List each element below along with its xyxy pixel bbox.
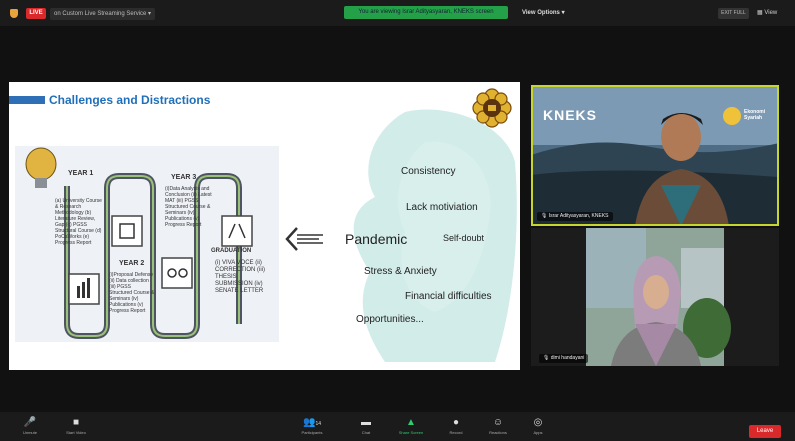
apps-icon: ◎: [533, 417, 543, 428]
start-video-button[interactable]: ■ Start Video: [56, 416, 96, 436]
participants-icon: 👥14: [302, 417, 321, 428]
participant-name: dimi handayani: [550, 355, 585, 361]
shared-slide: Challenges and Distractions YEAR 1 (a) U…: [9, 82, 520, 370]
security-shield-icon[interactable]: [10, 9, 18, 18]
word-financial-difficulties: Financial difficulties: [405, 291, 492, 302]
reactions-icon: ☺: [492, 417, 504, 428]
stream-service-label[interactable]: on Custom Live Streaming Service ▾: [50, 8, 156, 20]
phd-roadmap-diagram: YEAR 1 (a) University Course & Research …: [15, 146, 279, 342]
view-label: View: [764, 10, 778, 16]
leave-button[interactable]: Leave: [749, 425, 781, 438]
unmute-label: Unmute: [22, 430, 37, 435]
year1-heading: YEAR 1: [68, 170, 94, 177]
apps-button[interactable]: ◎ Apps: [518, 416, 558, 436]
record-icon: ●: [452, 417, 460, 428]
participants-button[interactable]: 👥14 Participants: [292, 416, 332, 436]
word-stress-anxiety: Stress & Anxiety: [364, 266, 437, 277]
start-video-label: Start Video: [66, 430, 86, 435]
kneks-logo-text: KNEKS: [543, 107, 598, 123]
microphone-icon: 🎙: [541, 213, 548, 219]
meeting-toolbar: 🎤 Unmute ■ Start Video 👥14 Participants …: [0, 412, 795, 441]
unmute-button[interactable]: 🎤 Unmute: [10, 416, 50, 436]
share-screen-label: Share Screen: [398, 430, 424, 435]
participant-video[interactable]: 🎙 dimi handayani: [531, 228, 779, 366]
word-lack-motivation: Lack motiviation: [406, 202, 478, 213]
chat-icon: ▬: [361, 417, 371, 428]
view-options-label: View Options: [522, 10, 560, 16]
chat-button[interactable]: ▬ Chat: [346, 416, 386, 436]
participants-count: 14: [315, 421, 321, 427]
title-accent-bar: [9, 96, 45, 104]
year3-items: (i)Data Analysis and Conclusion (ii) Lat…: [165, 186, 212, 228]
record-button[interactable]: ● Record: [436, 416, 476, 436]
meeting-top-bar: LIVE on Custom Live Streaming Service ▾ …: [0, 0, 795, 26]
chat-label: Chat: [361, 430, 371, 435]
microphone-muted-icon: 🎤: [23, 417, 37, 428]
word-consistency: Consistency: [401, 166, 456, 177]
video-frame-icon: [586, 228, 731, 366]
screen-share-banner: You are viewing Israr Adityasyaran, KNEK…: [344, 6, 508, 19]
year2-items: (i)Proposal Defense (ii) Data collection…: [109, 272, 155, 314]
video-camera-icon: ■: [72, 417, 80, 428]
exit-fullscreen-button[interactable]: EXIT FULL: [718, 8, 749, 19]
word-pandemic: Pandemic: [345, 231, 408, 247]
share-screen-icon: ▲: [406, 417, 416, 428]
view-options-button[interactable]: View Options ▾: [522, 7, 565, 19]
share-screen-button[interactable]: ▲ Share Screen: [391, 416, 431, 436]
participant-video-active[interactable]: KNEKS Ekonomi Syariah 🎙 Israr Adityasyar…: [531, 85, 779, 226]
participant-name-tag: 🎙 dimi handayani: [539, 354, 589, 363]
live-badge[interactable]: LIVE: [26, 8, 46, 19]
slide-title: Challenges and Distractions: [49, 93, 211, 107]
microphone-icon: 🎙: [543, 355, 550, 361]
reactions-label: Reactions: [489, 430, 507, 435]
grid-icon: ▦: [757, 10, 763, 16]
view-button[interactable]: ▦ View: [757, 8, 777, 19]
graduation-items: (i) VIVA VOCE (ii) CORRECTION (iii) THES…: [215, 260, 265, 294]
participant-name-tag: 🎙 Israr Adityasyaran, KNEKS: [537, 212, 613, 221]
stream-service-text: on Custom Live Streaming Service: [54, 11, 147, 17]
reactions-button[interactable]: ☺ Reactions: [478, 416, 518, 436]
ekonomi-syariah-label: Ekonomi Syariah: [744, 109, 766, 121]
chevron-down-icon: ▾: [148, 11, 152, 17]
record-label: Record: [449, 430, 463, 435]
ekonomi-syariah-logo-icon: [723, 107, 741, 125]
left-arrow-icon: [285, 227, 323, 251]
chevron-down-icon: ▾: [561, 10, 565, 16]
apps-label: Apps: [533, 430, 543, 435]
graduation-heading: GRADUATION: [211, 248, 252, 254]
word-opportunities: Opportunities...: [356, 314, 424, 325]
year3-heading: YEAR 3: [171, 174, 197, 181]
word-self-doubt: Self-doubt: [443, 233, 485, 243]
year1-items: (a) University Course & Research Methodo…: [55, 198, 102, 246]
participants-label: Participants: [301, 430, 323, 435]
year2-heading: YEAR 2: [119, 260, 145, 267]
participant-name: Israr Adityasyaran, KNEKS: [548, 213, 609, 219]
